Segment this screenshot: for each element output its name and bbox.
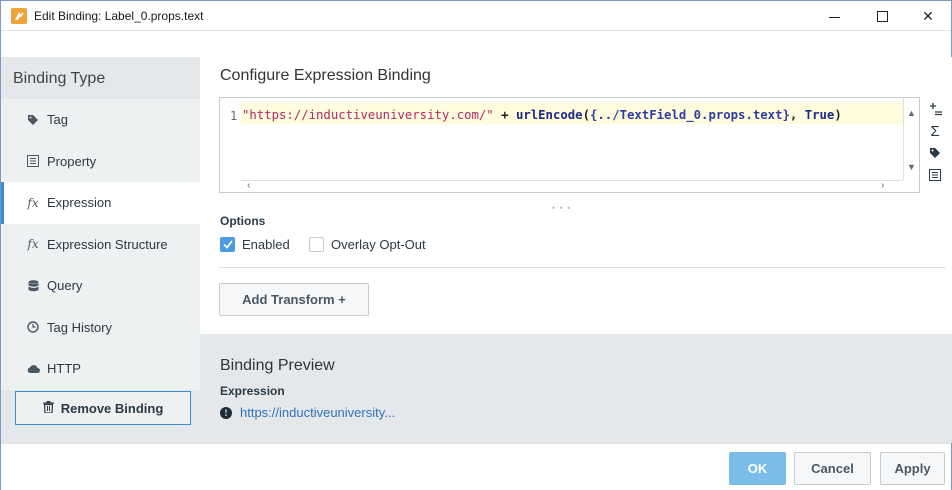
sidebar-item-label: Expression	[47, 195, 112, 211]
code-area[interactable]: "https://inductiveuniversity.com/" + url…	[241, 98, 903, 180]
remove-binding-button[interactable]: Remove Binding	[15, 391, 191, 425]
maximize-icon	[876, 10, 888, 22]
fx-icon: fx	[27, 195, 39, 210]
property-browse-icon[interactable]	[925, 165, 945, 185]
apply-button[interactable]: Apply	[880, 452, 945, 485]
sidebar-item-tag-history[interactable]: Tag History	[1, 306, 200, 348]
insert-operator-icon[interactable]	[925, 99, 945, 119]
enabled-checkbox[interactable]	[220, 237, 235, 252]
edit-binding-dialog: Edit Binding: Label_0.props.text ✕ Bindi…	[0, 0, 952, 490]
code-operator: +	[493, 108, 516, 122]
preview-value-row: ! https://inductiveuniversity...	[220, 405, 395, 420]
cancel-button[interactable]: Cancel	[794, 452, 871, 485]
database-icon	[25, 279, 41, 292]
app-icon	[11, 8, 27, 24]
line-gutter: 1	[220, 98, 241, 180]
scroll-right-icon[interactable]: ›	[881, 180, 884, 191]
sidebar-item-label: Tag	[47, 112, 68, 128]
title-bar[interactable]: Edit Binding: Label_0.props.text ✕	[1, 1, 951, 31]
tag-browse-icon[interactable]	[925, 143, 945, 163]
minimize-button[interactable]	[811, 1, 857, 31]
sidebar-title: Binding Type	[13, 70, 106, 87]
ok-button[interactable]: OK	[729, 452, 786, 485]
preview-value: https://inductiveuniversity...	[240, 405, 396, 420]
code-comma: ,	[789, 108, 805, 122]
minimize-icon	[828, 16, 840, 18]
enabled-label: Enabled	[242, 237, 290, 252]
sidebar-item-expression-structure[interactable]: fx Expression Structure	[1, 223, 200, 265]
binding-preview-panel	[200, 334, 952, 443]
trash-icon	[42, 400, 54, 416]
code-property-ref: {../TextField_0.props.text}	[589, 108, 790, 122]
expression-editor[interactable]: 1 "https://inductiveuniversity.com/" + u…	[219, 97, 920, 193]
code-line-1: "https://inductiveuniversity.com/" + url…	[242, 108, 842, 122]
horizontal-scrollbar[interactable]: ‹ ›	[241, 180, 903, 192]
enabled-checkbox-row[interactable]: Enabled	[220, 237, 290, 252]
sidebar-item-expression[interactable]: fx Expression	[1, 182, 200, 224]
scroll-down-icon[interactable]: ▼	[907, 162, 916, 172]
overlay-optout-label: Overlay Opt-Out	[331, 237, 426, 252]
clock-icon	[25, 321, 41, 333]
preview-label: Expression	[220, 384, 285, 398]
cloud-icon	[25, 364, 41, 374]
maximize-button[interactable]	[859, 1, 905, 31]
divider	[219, 267, 946, 268]
close-button[interactable]: ✕	[905, 1, 951, 31]
sidebar-item-label: Expression Structure	[47, 236, 168, 252]
sidebar-item-label: Property	[47, 153, 97, 169]
window-title: Edit Binding: Label_0.props.text	[34, 9, 204, 23]
sidebar-item-property[interactable]: Property	[1, 140, 200, 182]
sidebar-item-label: Tag History	[47, 319, 113, 335]
code-paren-close: )	[834, 108, 842, 122]
configure-title: Configure Expression Binding	[220, 67, 431, 84]
sidebar-item-query[interactable]: Query	[1, 265, 200, 307]
add-transform-button[interactable]: Add Transform +	[219, 283, 369, 316]
preview-title: Binding Preview	[220, 357, 335, 374]
binding-type-list: Tag Property fx Expression fx Expression…	[1, 99, 200, 390]
code-keyword: True	[804, 108, 835, 122]
code-string: "https://inductiveuniversity.com/"	[242, 108, 494, 122]
overlay-optout-checkbox-row[interactable]: Overlay Opt-Out	[309, 237, 426, 252]
line-number: 1	[230, 109, 238, 123]
info-icon: !	[220, 406, 232, 419]
sidebar-item-tag[interactable]: Tag	[1, 99, 200, 141]
sidebar-header: Binding Type	[1, 57, 200, 99]
resize-handle[interactable]: • • •	[552, 203, 571, 213]
scroll-up-icon[interactable]: ▲	[907, 108, 916, 118]
remove-binding-label: Remove Binding	[60, 400, 164, 416]
overlay-optout-checkbox[interactable]	[309, 237, 324, 252]
sigma-function-icon[interactable]: Σ	[925, 121, 945, 141]
property-icon	[25, 155, 41, 168]
close-icon: ✕	[922, 7, 934, 24]
sidebar-item-label: HTTP	[47, 361, 81, 377]
sidebar-item-label: Query	[47, 278, 83, 294]
sidebar-item-http[interactable]: HTTP	[1, 348, 200, 390]
code-function: urlEncode	[515, 108, 583, 122]
tag-icon	[25, 114, 41, 126]
vertical-scrollbar[interactable]: ▲ ▼	[903, 98, 919, 180]
code-paren-open: (	[582, 108, 590, 122]
fx-icon: fx	[27, 237, 39, 252]
options-label: Options	[220, 214, 266, 228]
scroll-left-icon[interactable]: ‹	[247, 180, 250, 191]
